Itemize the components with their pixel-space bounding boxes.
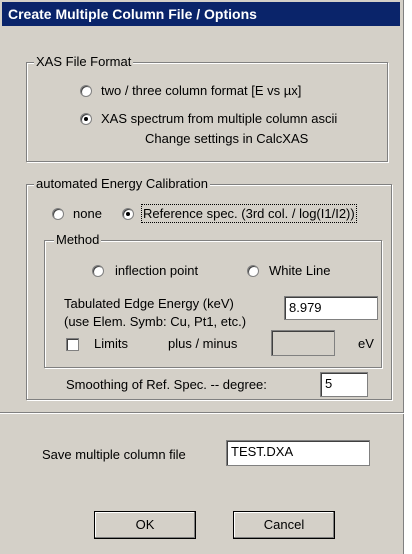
plus-minus-input[interactable]	[271, 330, 335, 356]
separator	[0, 412, 404, 414]
radio-inflection-point-label[interactable]: inflection point	[115, 263, 198, 278]
dialog-title: Create Multiple Column File / Options	[2, 2, 400, 26]
xas-file-format-legend: XAS File Format	[34, 54, 134, 69]
save-file-input[interactable]: TEST.DXA	[226, 440, 370, 466]
edge-energy-label: Tabulated Edge Energy (keV)	[64, 296, 234, 311]
cancel-button[interactable]: Cancel	[233, 511, 335, 539]
calcxas-note: Change settings in CalcXAS	[145, 131, 309, 146]
plus-minus-label: plus / minus	[168, 336, 238, 351]
edge-energy-input[interactable]: 8.979	[284, 296, 378, 320]
energy-calibration-legend: automated Energy Calibration	[34, 176, 210, 191]
method-legend: Method	[54, 232, 102, 247]
ev-unit-label: eV	[358, 336, 374, 351]
options-dialog: Create Multiple Column File / Options XA…	[0, 0, 404, 554]
radio-white-line-label[interactable]: White Line	[269, 263, 330, 278]
save-file-label: Save multiple column file	[42, 447, 186, 462]
smoothing-label: Smoothing of Ref. Spec. -- degree:	[66, 377, 267, 392]
smoothing-degree-input[interactable]: 5	[320, 372, 368, 397]
radio-white-line[interactable]	[247, 265, 259, 277]
radio-calibration-reference[interactable]	[122, 208, 134, 220]
ok-button[interactable]: OK	[94, 511, 196, 539]
edge-energy-hint: (use Elem. Symb: Cu, Pt1, etc.)	[64, 314, 247, 329]
limits-checkbox[interactable]	[66, 338, 79, 351]
radio-multiple-column[interactable]	[80, 113, 92, 125]
radio-calibration-none-label[interactable]: none	[73, 206, 102, 221]
radio-multiple-column-label[interactable]: XAS spectrum from multiple column ascii	[101, 111, 337, 126]
radio-calibration-none[interactable]	[52, 208, 64, 220]
radio-two-three-column-label[interactable]: two / three column format [E vs µx]	[101, 83, 301, 98]
radio-inflection-point[interactable]	[92, 265, 104, 277]
radio-two-three-column[interactable]	[80, 85, 92, 97]
radio-calibration-reference-label[interactable]: Reference spec. (3rd col. / log(I1/I2))	[141, 204, 357, 223]
limits-label[interactable]: Limits	[94, 336, 128, 351]
